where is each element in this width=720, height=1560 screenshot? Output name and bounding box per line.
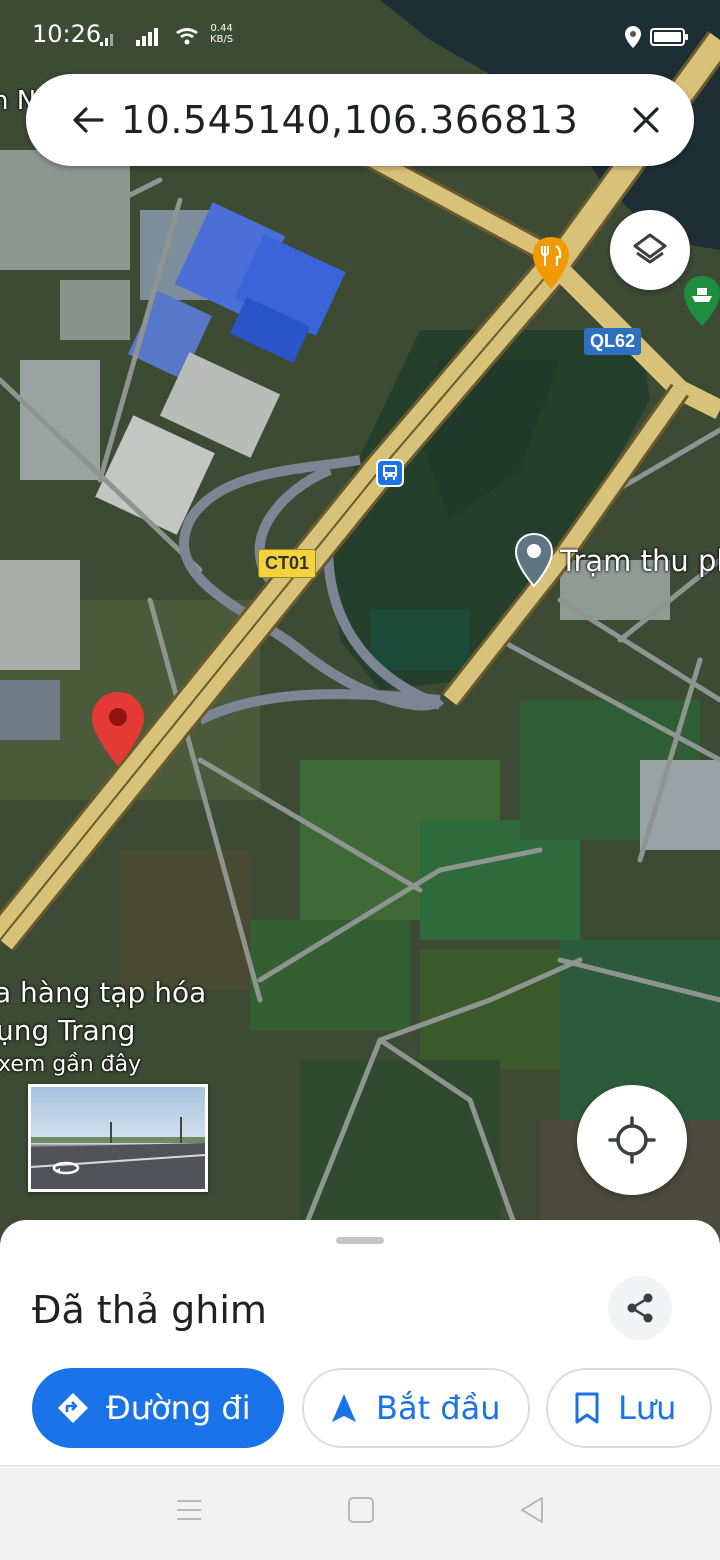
- fork-knife-icon: [533, 237, 569, 289]
- bookmark-icon: [575, 1392, 599, 1424]
- status-bar: 10:26 0.44 KB/S: [0, 0, 720, 72]
- road-label-ct01: CT01: [258, 549, 317, 578]
- directions-label: Đường đi: [106, 1389, 251, 1427]
- location-icon: [625, 26, 641, 48]
- toll-station-pin-icon[interactable]: [514, 532, 554, 588]
- signal-icon: [100, 26, 204, 53]
- map-view[interactable]: QL62 CT01 Trạm thu ph a hàng tạp hóa ụng…: [0, 0, 720, 1240]
- recents-button[interactable]: [175, 1496, 203, 1529]
- back-nav-button[interactable]: [518, 1496, 546, 1529]
- layers-button[interactable]: [610, 210, 690, 290]
- search-bar[interactable]: 10.545140,106.366813: [26, 74, 694, 166]
- menu-icon: [177, 1500, 201, 1520]
- ferry-icon: [684, 276, 720, 326]
- close-icon: [633, 107, 659, 133]
- network-speed-value: 0.44: [210, 23, 233, 34]
- rotate-360-icon: [52, 1161, 80, 1175]
- save-button[interactable]: Lưu: [546, 1368, 712, 1448]
- dropped-pin-icon[interactable]: [90, 690, 146, 768]
- toll-station-label[interactable]: Trạm thu ph: [560, 544, 720, 578]
- system-nav-bar: [0, 1465, 720, 1560]
- status-time: 10:26: [32, 20, 102, 48]
- ferry-poi[interactable]: [682, 274, 720, 328]
- shop-label-line3: xem gần đây: [0, 1052, 142, 1077]
- clear-button[interactable]: [628, 102, 664, 138]
- navigation-arrow-icon: [332, 1394, 356, 1422]
- network-speed-unit: KB/S: [210, 34, 234, 45]
- square-icon: [348, 1497, 374, 1523]
- drag-handle[interactable]: [336, 1237, 384, 1244]
- save-label: Lưu: [618, 1389, 677, 1427]
- restaurant-poi[interactable]: [531, 235, 571, 291]
- status-right-icons: [624, 25, 690, 49]
- bus-stop-icon[interactable]: [376, 459, 404, 487]
- search-query[interactable]: 10.545140,106.366813: [121, 98, 578, 142]
- battery-icon: [650, 28, 688, 46]
- place-sheet[interactable]: Đã thả ghim Đường đi Bắt đầu Lưu: [0, 1220, 720, 1465]
- directions-button[interactable]: Đường đi: [32, 1368, 284, 1448]
- sheet-title: Đã thả ghim: [32, 1288, 267, 1332]
- start-label: Bắt đầu: [376, 1389, 501, 1427]
- start-button[interactable]: Bắt đầu: [302, 1368, 530, 1448]
- road-label-ql62: QL62: [584, 328, 642, 355]
- crosshair-icon: [608, 1116, 656, 1164]
- shop-label-line1[interactable]: a hàng tạp hóa: [0, 976, 206, 1009]
- my-location-button[interactable]: [577, 1085, 687, 1195]
- home-button[interactable]: [347, 1496, 375, 1529]
- arrow-back-icon: [73, 107, 104, 133]
- network-speed: 0.44 KB/S: [210, 23, 233, 45]
- shop-label-line2[interactable]: ụng Trang: [0, 1014, 135, 1047]
- back-button[interactable]: [70, 102, 106, 138]
- share-icon: [627, 1293, 653, 1323]
- directions-icon: [58, 1393, 88, 1423]
- street-view-thumbnail[interactable]: [28, 1084, 208, 1192]
- triangle-back-icon: [521, 1497, 543, 1523]
- layers-icon: [633, 233, 667, 264]
- share-button[interactable]: [608, 1276, 672, 1340]
